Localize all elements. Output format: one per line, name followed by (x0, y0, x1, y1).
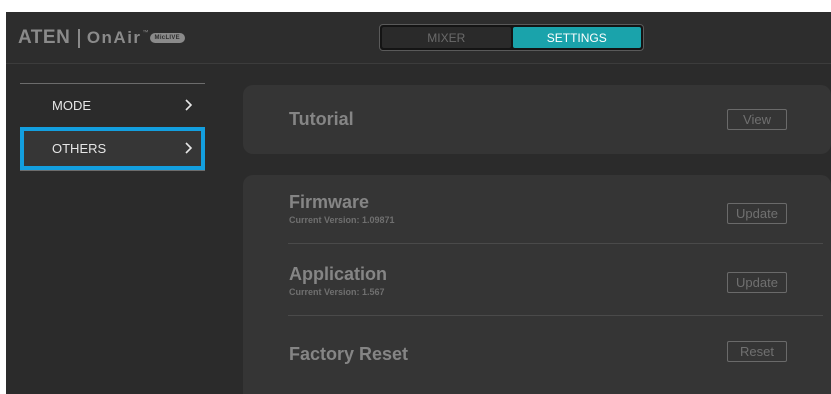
tab-mixer[interactable]: MIXER (382, 27, 511, 48)
application-version: Current Version: 1.567 (289, 287, 385, 297)
top-bar: ATEN OnAir ™ MicLIVE MIXER SETTINGS (6, 12, 831, 64)
factory-reset-title: Factory Reset (289, 344, 409, 364)
logo-badge: MicLIVE (149, 33, 185, 43)
application-title: Application (289, 264, 387, 284)
sidebar-item-label: OTHERS (52, 141, 107, 156)
sidebar-item-label: MODE (52, 98, 91, 113)
view-button[interactable]: View (727, 109, 787, 130)
firmware-title: Firmware (289, 192, 370, 212)
view-switcher: MIXER SETTINGS (379, 24, 644, 51)
row-divider (288, 315, 823, 316)
logo-product: OnAir (86, 28, 142, 47)
sidebar-item-mode[interactable]: MODE (20, 84, 205, 127)
reset-button[interactable]: Reset (727, 341, 787, 362)
logo-trademark: ™ (142, 29, 149, 36)
logo-separator (78, 28, 80, 48)
chevron-right-icon (185, 99, 193, 111)
sidebar-divider (20, 170, 205, 171)
sidebar-item-others[interactable]: OTHERS (20, 127, 205, 170)
system-card: Firmware Current Version: 1.09871 Update… (243, 175, 831, 394)
tab-settings[interactable]: SETTINGS (512, 27, 641, 48)
firmware-version: Current Version: 1.09871 (289, 215, 395, 225)
chevron-right-icon (185, 142, 193, 154)
aten-onair-logo: ATEN OnAir ™ MicLIVE (18, 27, 185, 49)
tutorial-card: Tutorial View (243, 85, 831, 154)
row-divider (288, 243, 823, 244)
tutorial-title: Tutorial (289, 109, 354, 129)
firmware-update-button[interactable]: Update (727, 203, 787, 224)
application-update-button[interactable]: Update (727, 272, 787, 293)
settings-sidebar: MODE OTHERS (20, 83, 205, 171)
app-window: ATEN OnAir ™ MicLIVE MIXER SETTINGS MODE… (6, 12, 831, 394)
logo-brand: ATEN (18, 27, 71, 48)
